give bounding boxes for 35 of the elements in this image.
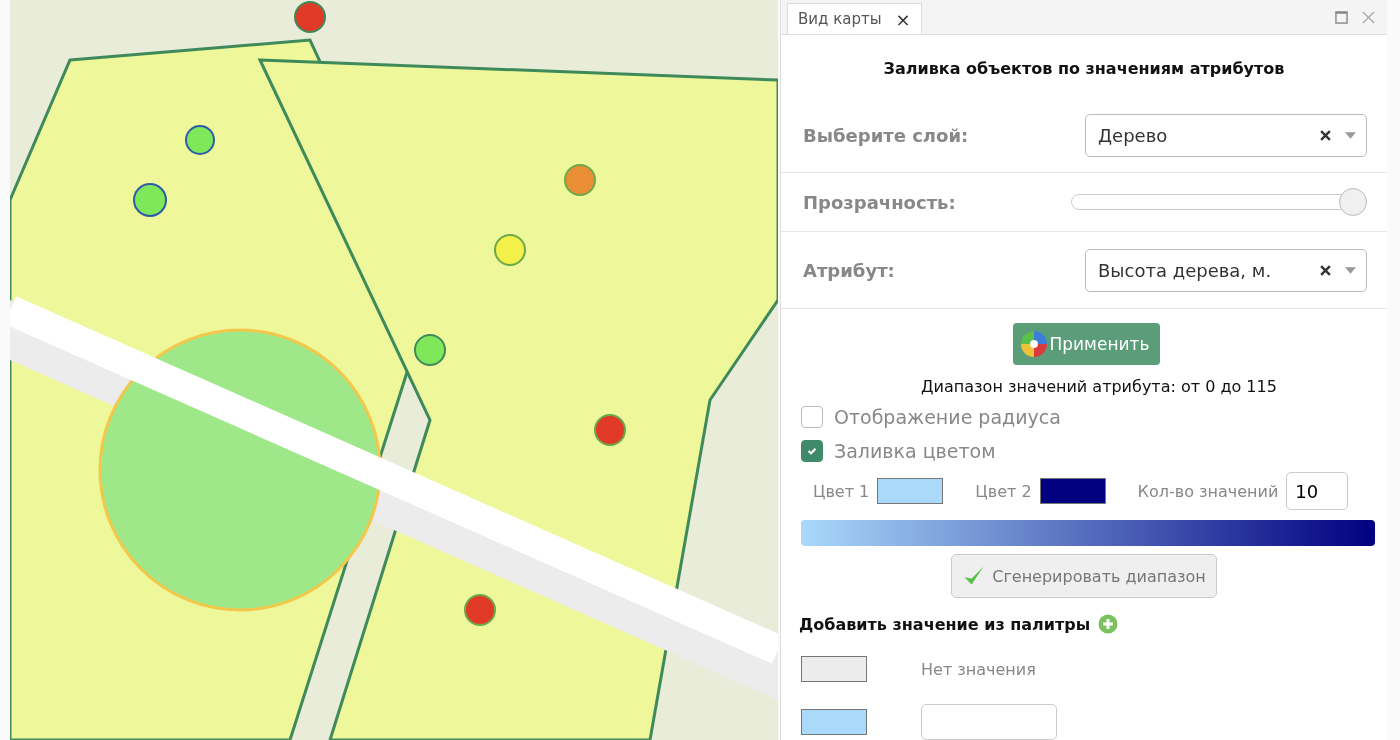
clear-icon[interactable] — [1320, 264, 1331, 276]
attribute-select[interactable]: Высота дерева, м. — [1085, 248, 1367, 292]
color-label: Цвет 1 — [813, 481, 870, 501]
range-text: Диапазон значений атрибута: от 0 до 115 — [920, 377, 1278, 396]
add-icon[interactable] — [1098, 614, 1119, 634]
checkbox-label: Отображение радиуса — [834, 406, 1061, 428]
clear-icon[interactable] — [1320, 129, 1331, 141]
tab-label: Вид карты — [798, 10, 882, 28]
opacity-label: Прозрачность: — [803, 191, 956, 213]
close-icon[interactable]: × — [895, 8, 911, 30]
palette-heading: Добавить значение из палитры — [799, 614, 1091, 634]
checkbox-label: Заливка цветом — [834, 440, 996, 462]
layer-label: Выберите слой: — [803, 124, 969, 146]
color-swatch[interactable] — [1039, 478, 1106, 504]
maximize-icon[interactable] — [1335, 10, 1348, 24]
generate-button[interactable]: Сгенерировать диапазон — [951, 554, 1217, 598]
caret-icon — [1345, 131, 1356, 139]
legend-swatch[interactable] — [801, 656, 867, 682]
count-field[interactable]: 10 — [1286, 472, 1349, 510]
checkbox[interactable] — [801, 406, 823, 428]
color-swatch[interactable] — [877, 478, 944, 504]
legend-swatch[interactable] — [801, 709, 867, 735]
attribute-label: Атрибут: — [803, 259, 895, 281]
checkbox[interactable] — [801, 440, 823, 462]
slider-thumb[interactable] — [1339, 188, 1367, 216]
count-label: Кол-во значений — [1137, 481, 1279, 501]
layer-select[interactable]: Дерево — [1085, 113, 1367, 157]
close-icon[interactable] — [1362, 10, 1375, 24]
legend-label: Нет значения — [921, 659, 1036, 679]
panel-tab[interactable]: Вид карты × — [787, 3, 922, 34]
color-label: Цвет 2 — [975, 481, 1032, 501]
caret-icon — [1345, 266, 1356, 274]
panel-title: Заливка объектов по значениям атрибутов — [882, 58, 1286, 80]
color-wheel-icon — [1020, 331, 1047, 357]
value-field[interactable] — [921, 704, 1057, 740]
